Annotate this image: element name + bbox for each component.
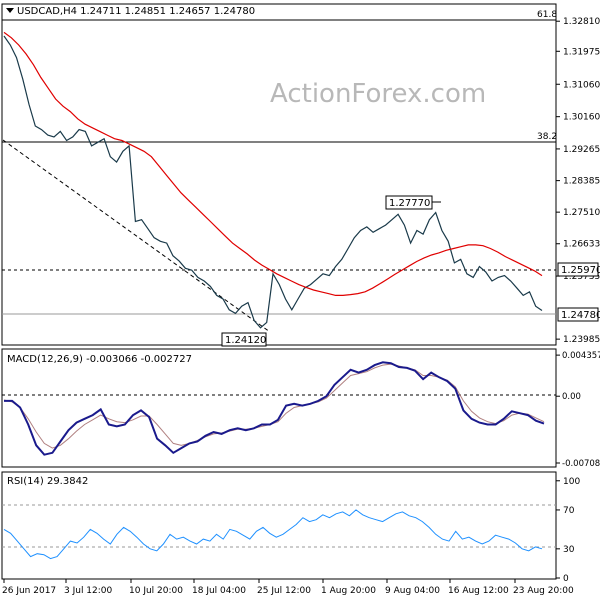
macd-axis-label: -0.007081 xyxy=(562,459,600,469)
level-tag-124780: 1.24780 xyxy=(557,307,600,322)
time-axis-label: 3 Jul 12:00 xyxy=(64,586,113,596)
rsi-axis: 100 70 30 0 xyxy=(556,477,580,584)
time-axis-label: 26 Jun 2017 xyxy=(2,586,56,596)
svg-text:1.27770: 1.27770 xyxy=(389,198,430,209)
watermark: ActionForex.com xyxy=(270,79,486,109)
time-axis-label: 16 Aug 12:00 xyxy=(448,586,509,596)
rsi-header: RSI(14) 29.3842 xyxy=(7,476,88,487)
macd-signal-series xyxy=(3,363,545,449)
svg-text:1.24120: 1.24120 xyxy=(225,335,266,346)
time-axis: 26 Jun 2017 3 Jul 12:00 10 Jul 20:00 18 Jul… xyxy=(2,579,574,596)
annotation-high: 1.27770 xyxy=(385,195,441,210)
rsi-series xyxy=(3,509,543,560)
level-tag-125970: 1.25970 xyxy=(557,262,600,277)
price-axis-label: 1.27510 xyxy=(563,208,600,218)
main-header: USDCAD,H4 1.24711 1.24851 1.24657 1.2478… xyxy=(17,6,255,17)
annotation-low: 1.24120 xyxy=(221,332,267,347)
rsi-axis-label: 30 xyxy=(563,545,575,555)
macd-series xyxy=(4,361,545,456)
usdcad-chart: ActionForex.com USDCAD,H4 1.24711 1.2485… xyxy=(1,3,600,596)
trend-line xyxy=(2,139,271,333)
main-panel xyxy=(1,3,557,346)
price-axis-label: 1.30160 xyxy=(563,113,600,123)
svg-text:1.25970: 1.25970 xyxy=(561,265,600,276)
price-axis-label: 1.28385 xyxy=(563,177,600,187)
macd-panel xyxy=(1,348,557,468)
macd-axis-label: 0.004357 xyxy=(562,351,600,361)
time-axis-label: 9 Aug 04:00 xyxy=(385,586,440,596)
fib-label-382: 38.2 xyxy=(537,132,557,142)
time-axis-label: 23 Aug 20:00 xyxy=(513,586,574,596)
macd-header: MACD(12,26,9) -0.003066 -0.002727 xyxy=(7,354,192,365)
moving-average-series xyxy=(3,31,543,296)
price-axis-label: 1.32810 xyxy=(563,17,600,27)
time-axis-label: 1 Aug 20:00 xyxy=(321,586,376,596)
rsi-axis-label: 100 xyxy=(563,477,580,487)
price-axis-label: 1.31975 xyxy=(563,47,600,57)
rsi-panel xyxy=(1,471,557,580)
price-axis-label: 1.31060 xyxy=(563,80,600,90)
price-axis-label: 1.26633 xyxy=(563,240,600,250)
price-axis-label: 1.23985 xyxy=(563,335,600,345)
time-axis-label: 18 Jul 04:00 xyxy=(192,586,246,596)
svg-text:1.24780: 1.24780 xyxy=(561,310,600,321)
time-axis-label: 25 Jul 12:00 xyxy=(257,586,311,596)
fib-label-618: 61.8 xyxy=(537,10,557,20)
rsi-axis-label: 0 xyxy=(563,574,569,584)
time-axis-label: 10 Jul 20:00 xyxy=(129,586,183,596)
price-axis-label: 1.29265 xyxy=(563,145,600,155)
main-price-axis: 1.32810 1.31975 1.31060 1.30160 1.29265 1.283… xyxy=(556,17,600,345)
rsi-axis-label: 70 xyxy=(563,506,575,516)
macd-axis-label: 0.00 xyxy=(562,392,581,402)
macd-axis: 0.004357 0.00 -0.007081 xyxy=(556,351,600,469)
dropdown-triangle-icon[interactable] xyxy=(6,8,14,13)
